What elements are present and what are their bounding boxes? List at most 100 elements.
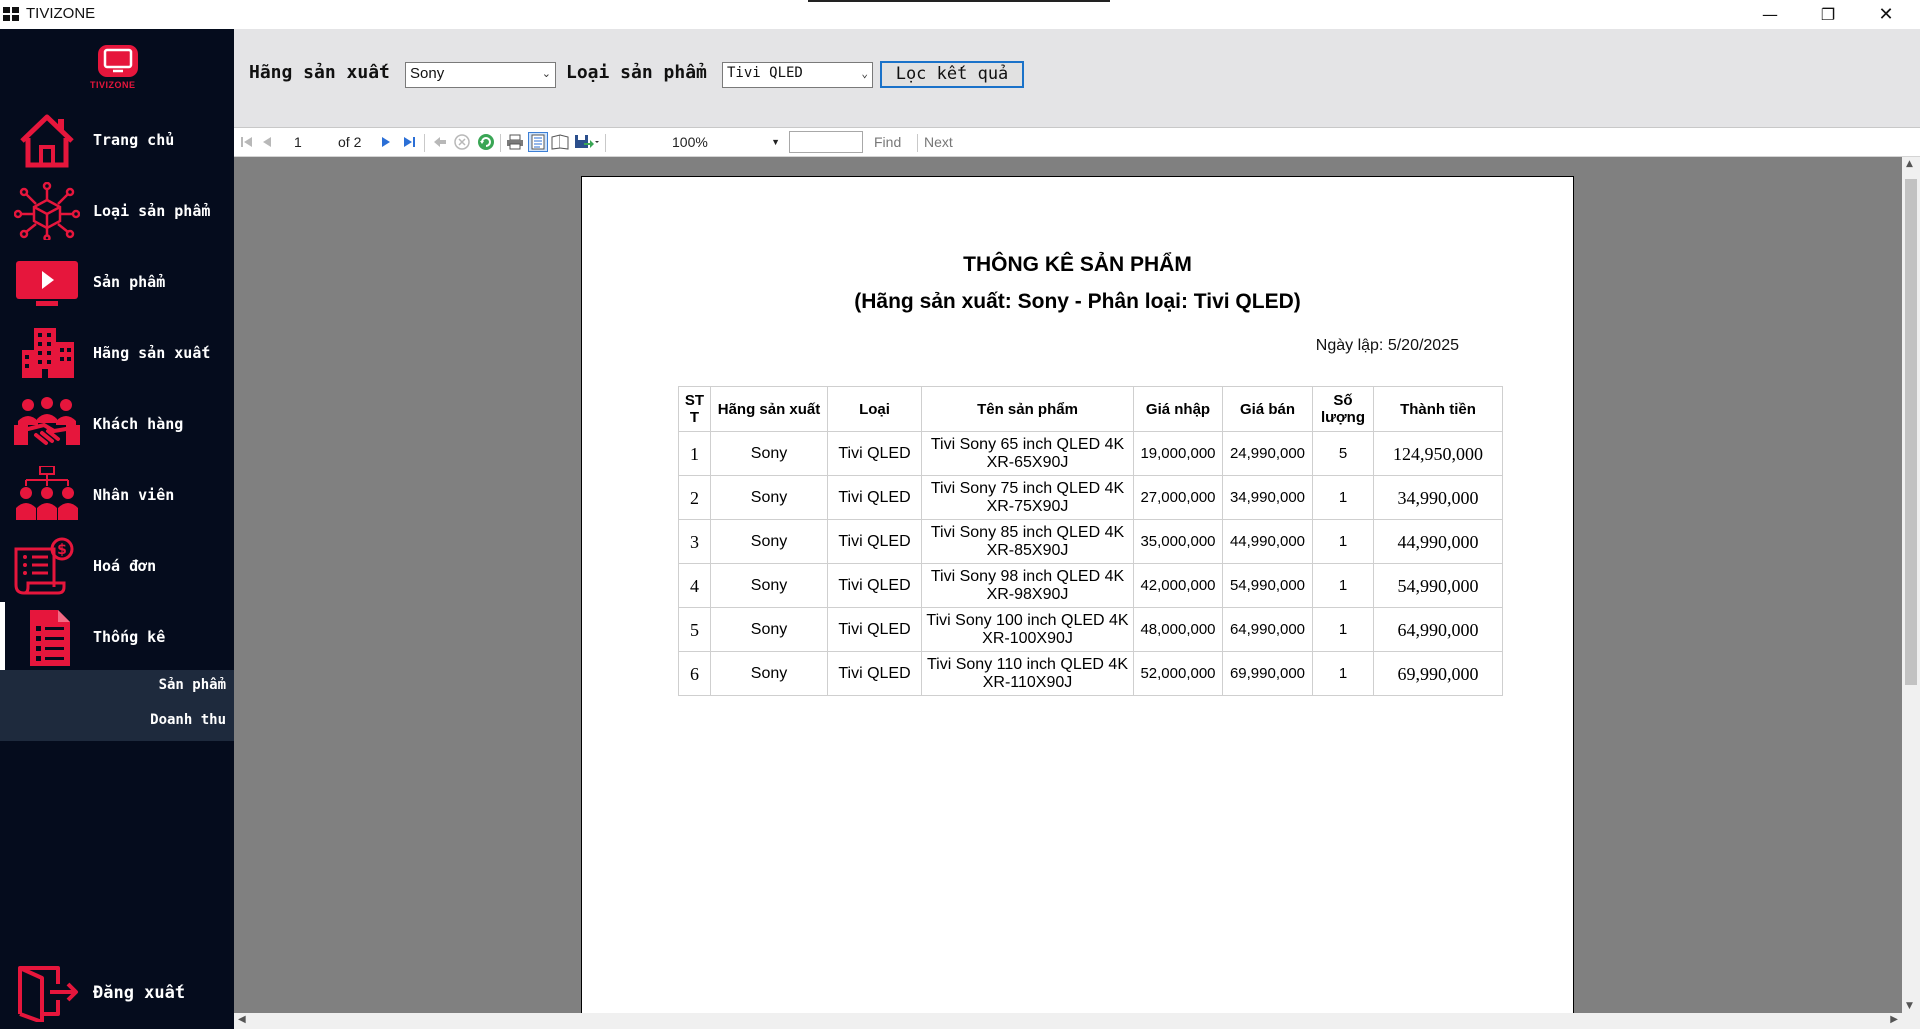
cell-name: Tivi Sony 65 inch QLED 4K XR-65X90J xyxy=(921,431,1134,476)
find-input[interactable] xyxy=(789,131,863,153)
maximize-button[interactable]: ❐ xyxy=(1799,0,1857,29)
employees-icon xyxy=(16,466,78,520)
window-title: TIVIZONE xyxy=(26,5,96,22)
horizontal-scrollbar[interactable]: ◀ ▶ xyxy=(234,1013,1902,1029)
column-header: Số lượng xyxy=(1312,386,1374,432)
sidebar-item-label: Sản phẩm xyxy=(93,273,166,291)
sidebar-item-invoices[interactable]: $ Hoá đơn xyxy=(0,531,234,601)
invoice-icon: $ xyxy=(14,537,74,595)
column-header: Giá nhập xyxy=(1133,386,1223,432)
cell-price: 64,990,000 xyxy=(1222,607,1313,652)
export-icon[interactable] xyxy=(573,132,601,152)
sidebar-item-label: Hãng sản xuất xyxy=(93,344,211,362)
sidebar-item-statistics[interactable]: Thống kê xyxy=(0,602,234,672)
sidebar-item-home[interactable]: Trang chủ xyxy=(0,105,234,175)
table-row: 5 Sony Tivi QLED Tivi Sony 100 inch QLED… xyxy=(678,607,1503,652)
cell-qty: 5 xyxy=(1312,431,1374,476)
sidebar-item-manufacturers[interactable]: Hãng sản xuất xyxy=(0,318,234,388)
cell-brand: Sony xyxy=(710,519,828,564)
sidebar-item-products[interactable]: Sản phẩm xyxy=(0,247,234,317)
print-icon[interactable] xyxy=(505,132,525,152)
manufacturer-label: Hãng sản xuất xyxy=(249,62,390,83)
vertical-scrollbar[interactable]: ▲ ▼ xyxy=(1902,157,1920,1013)
scroll-down-icon[interactable]: ▼ xyxy=(1906,1001,1913,1011)
sidebar-item-categories[interactable]: Loại sản phẩm xyxy=(0,176,234,246)
title-bar: TIVIZONE — ❐ ✕ xyxy=(0,0,1920,29)
tivizone-logo-icon xyxy=(98,45,138,77)
sidebar-item-label: Hoá đơn xyxy=(93,557,157,575)
find-next-button[interactable]: Next xyxy=(924,132,953,152)
cell-cost: 35,000,000 xyxy=(1133,519,1223,564)
back-icon[interactable] xyxy=(430,132,450,152)
refresh-icon[interactable] xyxy=(476,132,496,152)
table-row: 6 Sony Tivi QLED Tivi Sony 110 inch QLED… xyxy=(678,651,1503,696)
cell-total: 44,990,000 xyxy=(1373,519,1503,564)
table-row: 2 Sony Tivi QLED Tivi Sony 75 inch QLED … xyxy=(678,475,1503,520)
logo-text: TIVIZONE xyxy=(90,80,136,90)
cell-price: 34,990,000 xyxy=(1222,475,1313,520)
toolbar-separator xyxy=(917,134,918,152)
column-header: Loại xyxy=(827,386,922,432)
cell-qty: 1 xyxy=(1312,651,1374,696)
cell-name: Tivi Sony 85 inch QLED 4K XR-85X90J xyxy=(921,519,1134,564)
cell-stt: 6 xyxy=(678,651,711,696)
filter-bar: Hãng sản xuất Sony ⌄ Loại sản phẩm Tivi … xyxy=(234,29,1920,127)
cell-cost: 52,000,000 xyxy=(1133,651,1223,696)
first-page-icon[interactable] xyxy=(237,132,257,152)
cell-qty: 1 xyxy=(1312,563,1374,608)
page-setup-icon[interactable] xyxy=(550,132,570,152)
minimize-button[interactable]: — xyxy=(1741,0,1799,29)
filter-results-button[interactable]: Lọc kết quả xyxy=(880,61,1024,88)
sidebar-item-label: Thống kê xyxy=(93,628,166,646)
product-type-select[interactable]: Tivi QLED ⌄ xyxy=(722,62,873,88)
report-date: Ngày lập: 5/20/2025 xyxy=(1315,337,1459,354)
sidebar-item-label: Khách hàng xyxy=(93,415,184,433)
table-row: 3 Sony Tivi QLED Tivi Sony 85 inch QLED … xyxy=(678,519,1503,564)
zoom-select[interactable]: 100% ▼ xyxy=(672,132,784,152)
report-toolbar: 1 of 2 100% ▼ Find Next xyxy=(234,127,1920,157)
cell-cost: 42,000,000 xyxy=(1133,563,1223,608)
report-title: THÔNG KÊ SẢN PHẨM xyxy=(963,253,1192,276)
scroll-up-icon[interactable]: ▲ xyxy=(1906,159,1913,169)
next-page-icon[interactable] xyxy=(376,132,396,152)
scroll-right-icon[interactable]: ▶ xyxy=(1890,1014,1898,1025)
cell-cost: 27,000,000 xyxy=(1133,475,1223,520)
submenu-item-revenue[interactable]: Doanh thu xyxy=(150,712,226,728)
last-page-icon[interactable] xyxy=(399,132,419,152)
cell-total: 64,990,000 xyxy=(1373,607,1503,652)
toolbar-separator xyxy=(605,134,606,152)
logout-label: Đăng xuất xyxy=(93,983,186,1003)
report-list-icon xyxy=(30,610,70,666)
previous-page-icon[interactable] xyxy=(257,132,277,152)
find-button[interactable]: Find xyxy=(874,132,901,152)
print-layout-icon[interactable] xyxy=(528,132,548,152)
sidebar-item-label: Nhân viên xyxy=(93,486,175,504)
statistics-submenu: Sản phẩm Doanh thu xyxy=(0,670,234,741)
zoom-value: 100% xyxy=(672,134,708,150)
stop-icon[interactable] xyxy=(452,132,472,152)
cell-cost: 48,000,000 xyxy=(1133,607,1223,652)
svg-text:$: $ xyxy=(57,542,67,558)
cell-total: 69,990,000 xyxy=(1373,651,1503,696)
category-network-icon xyxy=(14,182,80,240)
toolbar-separator xyxy=(424,134,425,152)
sidebar-item-employees[interactable]: Nhân viên xyxy=(0,460,234,530)
sidebar-item-customers[interactable]: Khách hàng xyxy=(0,389,234,459)
submenu-item-products[interactable]: Sản phẩm xyxy=(159,677,226,693)
vertical-scroll-thumb[interactable] xyxy=(1905,179,1917,685)
manufacturer-select[interactable]: Sony ⌄ xyxy=(405,62,556,88)
report-viewer: THÔNG KÊ SẢN PHẨM (Hãng sản xuất: Sony -… xyxy=(234,157,1902,1013)
cell-price: 69,990,000 xyxy=(1222,651,1313,696)
close-button[interactable]: ✕ xyxy=(1857,0,1915,29)
cell-type: Tivi QLED xyxy=(827,475,922,520)
cell-name: Tivi Sony 110 inch QLED 4K XR-110X90J xyxy=(921,651,1134,696)
cell-brand: Sony xyxy=(710,563,828,608)
cell-price: 44,990,000 xyxy=(1222,519,1313,564)
cell-stt: 3 xyxy=(678,519,711,564)
scroll-left-icon[interactable]: ◀ xyxy=(238,1014,246,1025)
cell-stt: 4 xyxy=(678,563,711,608)
cell-name: Tivi Sony 98 inch QLED 4K XR-98X90J xyxy=(921,563,1134,608)
page-number-input[interactable]: 1 xyxy=(294,132,332,152)
sidebar: TIVIZONE Trang chủ Loại sản phẩm Sản phẩ… xyxy=(0,29,234,1029)
logout-button[interactable]: Đăng xuất xyxy=(0,958,234,1028)
